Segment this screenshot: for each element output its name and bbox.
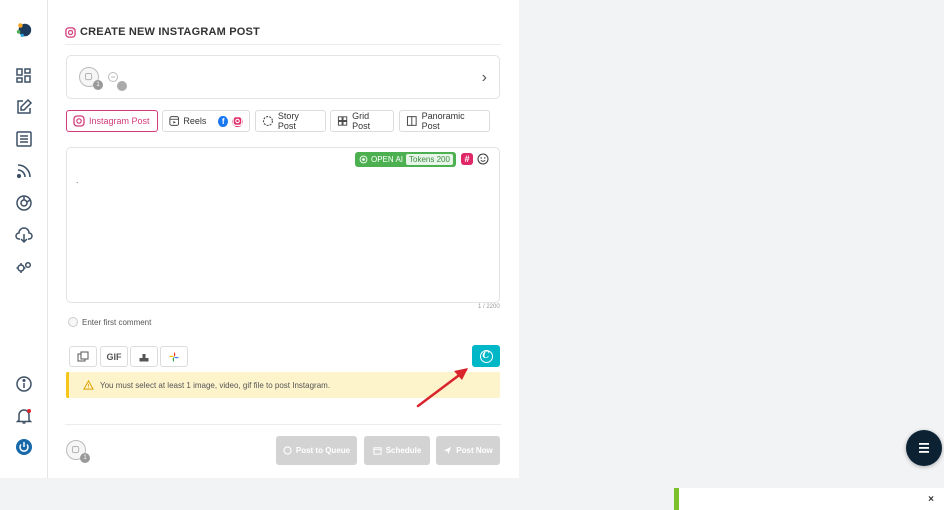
character-counter: 1 / 2200	[478, 304, 500, 310]
tokens-label: Tokens	[409, 155, 435, 164]
instagram-icon	[232, 115, 243, 127]
page-title-text: CREATE NEW INSTAGRAM POST	[80, 26, 260, 38]
account-status-dot	[117, 81, 127, 91]
post-now-button[interactable]: Post Now	[436, 436, 500, 465]
emoji-icon[interactable]	[477, 153, 489, 165]
info-icon[interactable]	[14, 374, 34, 394]
tab-label: Story Post	[277, 111, 299, 131]
caption-editor[interactable]: OPEN AI Tokens 200 # .	[66, 147, 500, 303]
gallery-icon	[77, 351, 89, 361]
tab-grid-post[interactable]: Grid Post	[330, 110, 394, 132]
media-library-button[interactable]	[69, 346, 97, 367]
first-comment-placeholder: Enter first comment	[82, 317, 152, 327]
openai-label: OPEN AI	[371, 155, 404, 164]
warning-text: You must select at least 1 image, video,…	[100, 380, 331, 390]
tab-label: Grid Post	[352, 111, 371, 131]
schedule-label: Schedule	[385, 446, 422, 455]
tokens-value: 200	[436, 155, 450, 164]
notification-toast: ×	[674, 488, 944, 510]
tab-label: Instagram Post	[89, 116, 150, 126]
warning-icon	[83, 380, 94, 390]
link-icon	[107, 70, 119, 82]
chevron-right-icon[interactable]: ›	[482, 69, 487, 87]
hamburger-icon	[919, 443, 929, 453]
hashtag-icon[interactable]: #	[461, 153, 473, 165]
tab-panoramic-post[interactable]: Panoramic Post	[399, 110, 490, 132]
tab-label: Panoramic Post	[421, 111, 465, 131]
posts-list-icon[interactable]	[14, 129, 34, 149]
caption-text[interactable]: .	[76, 175, 79, 185]
tab-label: Reels	[183, 116, 207, 126]
first-comment-toggle[interactable]	[68, 317, 78, 327]
panoramic-icon	[406, 116, 417, 126]
footer-account-badge: 1	[80, 453, 90, 463]
settings-icon[interactable]	[14, 257, 34, 277]
bell-icon[interactable]	[14, 406, 34, 426]
compose-icon[interactable]	[14, 97, 34, 117]
facebook-icon: f	[218, 115, 228, 127]
page-title: CREATE NEW INSTAGRAM POST	[65, 26, 260, 38]
post-now-label: Post Now	[456, 446, 493, 455]
logo-icon[interactable]	[14, 20, 34, 40]
dashboard-icon[interactable]	[14, 66, 34, 86]
reels-icon	[169, 116, 180, 126]
download-icon[interactable]	[14, 225, 34, 245]
gif-button[interactable]: GIF	[100, 346, 128, 367]
upload-button[interactable]	[130, 346, 158, 367]
story-icon	[262, 115, 273, 127]
analytics-icon[interactable]	[14, 193, 34, 213]
gif-label: GIF	[106, 351, 122, 362]
annotation-arrow-icon	[416, 368, 468, 408]
instagram-icon	[65, 26, 76, 38]
sidebar	[0, 0, 48, 478]
calendar-icon	[373, 447, 382, 455]
instagram-icon	[73, 115, 85, 127]
send-icon	[444, 446, 452, 455]
account-count-badge: 1	[93, 80, 103, 90]
post-to-queue-label: Post to Queue	[295, 446, 351, 455]
tokens-badge: Tokens 200	[406, 154, 453, 165]
rss-icon[interactable]	[14, 161, 34, 181]
google-photos-button[interactable]	[160, 346, 188, 367]
tab-instagram-post[interactable]: Instagram Post	[66, 110, 158, 132]
schedule-button[interactable]: Schedule	[364, 436, 430, 465]
openai-button[interactable]: OPEN AI Tokens 200	[355, 152, 456, 167]
post-to-queue-button[interactable]: Post to Queue	[276, 436, 357, 465]
grid-icon	[337, 116, 348, 126]
canva-icon: C	[479, 349, 493, 363]
tab-reels[interactable]: Reels f	[162, 110, 250, 132]
menu-fab-button[interactable]	[906, 430, 942, 466]
google-photos-icon	[169, 351, 179, 362]
title-divider	[65, 44, 501, 45]
upload-icon	[139, 353, 149, 361]
preview-area	[519, 0, 944, 478]
toast-close-button[interactable]: ×	[928, 494, 934, 505]
queue-icon	[283, 446, 292, 455]
footer-divider	[65, 424, 501, 425]
account-selector[interactable]: 1 ›	[66, 55, 500, 99]
tab-story-post[interactable]: Story Post	[255, 110, 326, 132]
first-comment-field[interactable]: Enter first comment	[68, 317, 151, 327]
openai-icon	[359, 155, 368, 164]
power-icon[interactable]	[14, 437, 34, 457]
